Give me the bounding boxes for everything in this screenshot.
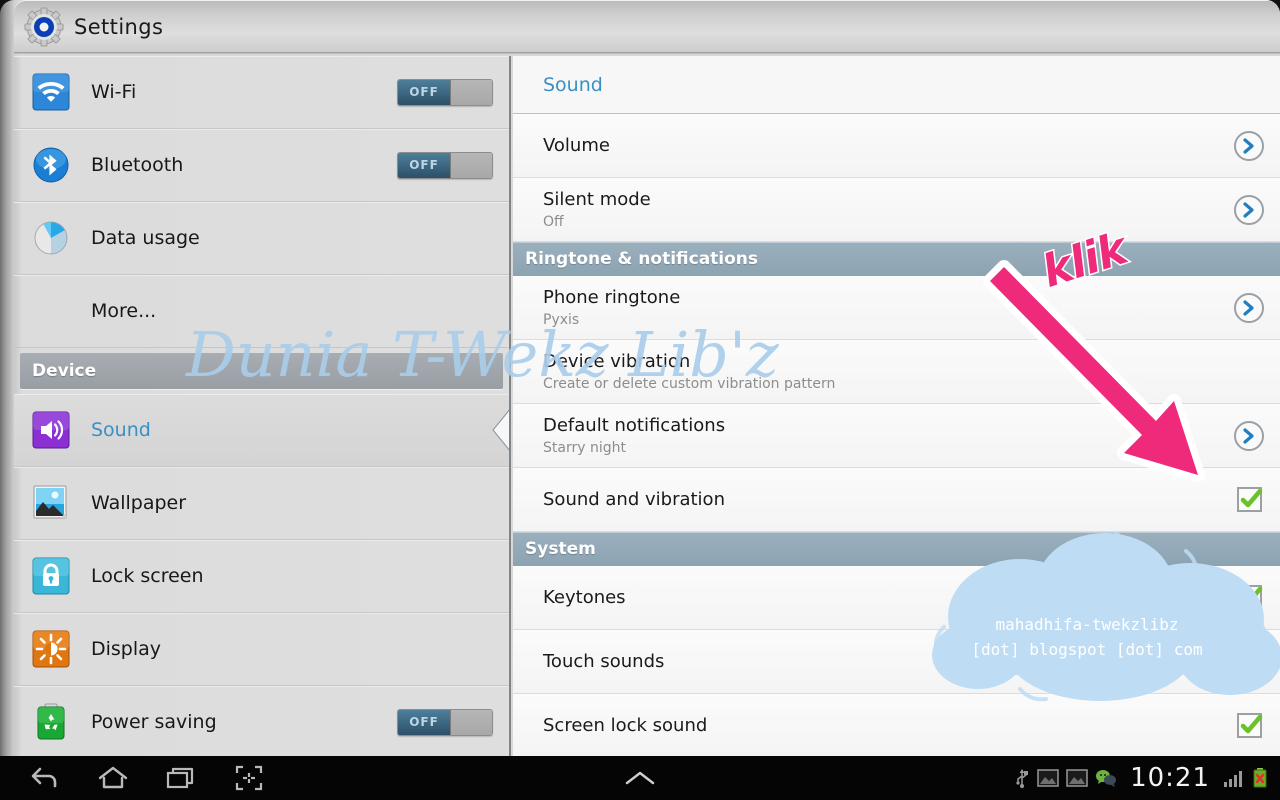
app-title: Settings — [74, 15, 164, 39]
home-icon[interactable] — [92, 761, 134, 795]
tablet-screen: Settings Wi-Fi OFF Bluetooth OFF Data us… — [0, 0, 1280, 800]
row-title: Screen lock sound — [543, 715, 708, 736]
sidebar-item-label: More... — [91, 300, 157, 322]
section-header-ringtone: Ringtone & notifications — [513, 242, 1280, 276]
toggle-knob — [450, 709, 492, 735]
checkbox-sound-and-vibration[interactable] — [1237, 487, 1263, 512]
row-phone-ringtone[interactable]: Phone ringtone Pyxis — [513, 276, 1280, 340]
wechat-icon — [1095, 768, 1117, 788]
sidebar-item-label: Lock screen — [91, 565, 204, 587]
pane-title-label: Sound — [543, 73, 603, 96]
checkbox-screen-lock-sound[interactable] — [1237, 713, 1263, 738]
sidebar-item-display[interactable]: Display — [14, 613, 509, 686]
row-device-vibration[interactable]: Device vibration Create or delete custom… — [513, 340, 1280, 404]
chevron-right-icon[interactable] — [1234, 420, 1264, 451]
screenshot-icon[interactable] — [228, 761, 270, 795]
sidebar-item-label: Data usage — [91, 227, 200, 249]
section-header-label: Ringtone & notifications — [525, 249, 759, 269]
row-title: Keytones — [543, 587, 626, 608]
usb-icon — [1014, 767, 1030, 789]
toggle-knob — [450, 152, 492, 178]
row-sound-and-vibration[interactable]: Sound and vibration — [513, 468, 1280, 532]
row-title: Device vibration — [543, 350, 691, 372]
recents-icon[interactable] — [160, 761, 202, 795]
sidebar-item-label: Sound — [91, 419, 151, 441]
title-bar: Settings — [14, 0, 1280, 54]
row-volume[interactable]: Volume — [513, 114, 1280, 178]
wifi-toggle[interactable]: OFF — [397, 78, 493, 106]
sidebar-item-wifi[interactable]: Wi-Fi OFF — [14, 56, 509, 129]
sidebar-section-device: Device — [14, 348, 509, 394]
row-subtitle: Pyxis — [543, 311, 580, 328]
row-title: Touch sounds — [543, 651, 665, 672]
section-header-label: System — [525, 539, 596, 559]
row-screen-lock-sound[interactable]: Screen lock sound — [513, 694, 1280, 757]
sidebar-item-label: Wi-Fi — [91, 81, 137, 103]
sidebar-item-label: Bluetooth — [91, 154, 184, 176]
sidebar-item-power-saving[interactable]: Power saving OFF — [14, 686, 509, 757]
wifi-icon — [32, 73, 70, 111]
checkbox-touch-sounds[interactable] — [1237, 649, 1263, 674]
settings-sidebar: Wi-Fi OFF Bluetooth OFF Data usage More.… — [14, 56, 511, 757]
row-title: Phone ringtone — [543, 286, 681, 308]
row-title: Default notifications — [543, 414, 726, 436]
bluetooth-icon — [32, 146, 70, 184]
screenshot-capture-icon — [1037, 768, 1059, 788]
power-saving-icon — [32, 703, 70, 741]
selected-pane-pointer — [489, 408, 509, 452]
sidebar-item-sound[interactable]: Sound — [14, 394, 509, 467]
sidebar-item-label: Power saving — [91, 711, 217, 733]
toggle-state-label: OFF — [398, 709, 450, 735]
data-usage-icon — [32, 219, 70, 257]
status-clock: 10:21 — [1130, 763, 1210, 793]
sidebar-item-label: Wallpaper — [91, 492, 187, 514]
display-icon — [32, 630, 70, 668]
row-title: Silent mode — [543, 188, 651, 210]
gear-icon — [24, 7, 64, 47]
lock-icon — [32, 557, 70, 595]
checkbox-keytones[interactable] — [1237, 585, 1263, 610]
sidebar-item-bluetooth[interactable]: Bluetooth OFF — [14, 129, 509, 202]
wallpaper-icon — [32, 484, 70, 522]
signal-bars-icon — [1223, 768, 1245, 788]
battery-error-icon — [1252, 767, 1268, 789]
row-keytones[interactable]: Keytones — [513, 566, 1280, 630]
sound-icon — [32, 411, 70, 449]
toggle-state-label: OFF — [398, 79, 450, 105]
row-touch-sounds[interactable]: Touch sounds — [513, 630, 1280, 694]
row-subtitle: Off — [543, 213, 564, 230]
settings-window: Settings Wi-Fi OFF Bluetooth OFF Data us… — [0, 0, 1280, 757]
toggle-state-label: OFF — [398, 152, 450, 178]
sidebar-section-label: Device — [32, 361, 97, 381]
toggle-knob — [450, 79, 492, 105]
bluetooth-toggle[interactable]: OFF — [397, 151, 493, 179]
chevron-up-icon[interactable] — [619, 761, 661, 795]
section-header-system: System — [513, 532, 1280, 566]
chevron-right-icon[interactable] — [1234, 194, 1264, 225]
sidebar-item-wallpaper[interactable]: Wallpaper — [14, 467, 509, 540]
row-subtitle: Create or delete custom vibration patter… — [543, 375, 836, 392]
power-saving-toggle[interactable]: OFF — [397, 708, 493, 736]
row-default-notifications[interactable]: Default notifications Starry night — [513, 404, 1280, 468]
row-subtitle: Starry night — [543, 439, 626, 456]
sidebar-item-data-usage[interactable]: Data usage — [14, 202, 509, 275]
sidebar-item-more[interactable]: More... — [14, 275, 509, 348]
sound-settings-pane: Sound Volume Silent mode Off Ringtone & … — [513, 56, 1280, 757]
content-panes: Wi-Fi OFF Bluetooth OFF Data usage More.… — [14, 56, 1280, 757]
sidebar-item-lock-screen[interactable]: Lock screen — [14, 540, 509, 613]
screenshot-capture-icon — [1066, 768, 1088, 788]
pane-title: Sound — [513, 56, 1280, 114]
chevron-right-icon[interactable] — [1234, 130, 1264, 161]
back-icon[interactable] — [24, 761, 66, 795]
sidebar-item-label: Display — [91, 638, 162, 660]
row-silent-mode[interactable]: Silent mode Off — [513, 178, 1280, 242]
system-navigation-bar: 10:21 — [0, 756, 1280, 800]
row-title: Sound and vibration — [543, 489, 725, 510]
row-title: Volume — [543, 135, 610, 156]
chevron-right-icon[interactable] — [1234, 292, 1264, 323]
